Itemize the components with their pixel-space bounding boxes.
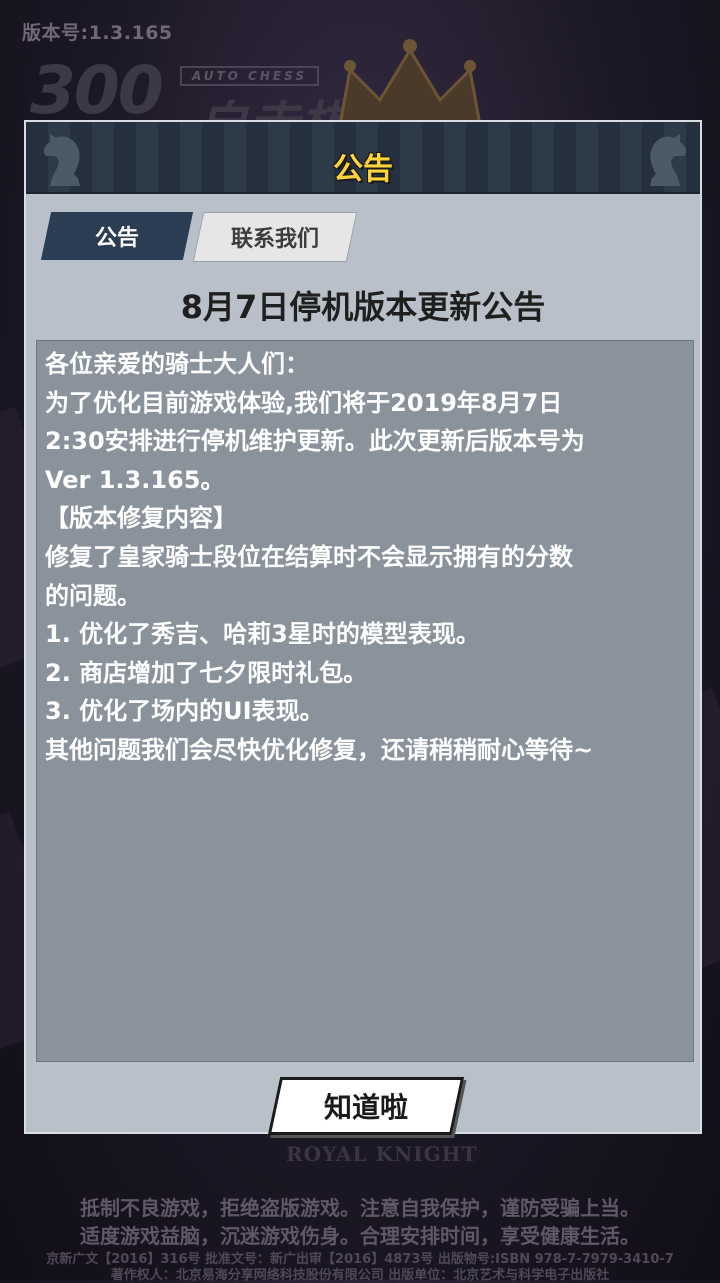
version-label: 版本号:1.3.165 <box>22 22 173 44</box>
notice-line: 其他问题我们会尽快优化修复，还请稍稍耐心等待~ <box>45 735 594 764</box>
dialog-title: 公告 <box>333 152 393 187</box>
notice-line: 为了优化目前游戏体验,我们将于2019年8月7日 <box>45 388 563 417</box>
health-notice-line-2: 适度游戏益脑，沉迷游戏伤身。合理安排时间，享受健康生活。 <box>80 1224 640 1248</box>
notice-line: 【版本修复内容】 <box>45 504 237 533</box>
tab-contact-us-label: 联系我们 <box>230 227 319 252</box>
notice-line: 各位亲爱的骑士大人们： <box>45 350 309 378</box>
tab-announcement[interactable]: 公告 <box>40 212 194 260</box>
notice-line: 3. 优化了场内的UI表现。 <box>45 697 324 726</box>
tab-contact-us[interactable]: 联系我们 <box>192 212 358 262</box>
notice-line: 1. 优化了秀吉、哈莉3星时的模型表现。 <box>45 620 480 649</box>
logo-subtitle: AUTO CHESS <box>180 66 319 86</box>
notice-line: 修复了皇家骑士段位在结算时不会显示拥有的分数 <box>45 542 573 571</box>
notice-body[interactable]: 各位亲爱的骑士大人们： 为了优化目前游戏体验,我们将于2019年8月7日 2:3… <box>36 340 694 1062</box>
tab-announcement-label: 公告 <box>94 226 139 251</box>
confirm-button-label: 知道啦 <box>323 1091 408 1124</box>
notice-title: 8月7日停机版本更新公告 <box>180 288 546 326</box>
notice-line: Ver 1.3.165。 <box>45 465 225 494</box>
health-notice-line-1: 抵制不良游戏，拒绝盗版游戏。注意自我保护，谨防受骗上当。 <box>80 1196 640 1220</box>
background-royal-knight-text: ROYAL KNIGHT <box>286 1142 478 1166</box>
notice-line: 2. 商店增加了七夕限时礼包。 <box>45 658 368 687</box>
notice-line: 2:30安排进行停机维护更新。此次更新后版本号为 <box>45 427 585 456</box>
copyright-info-line: 著作权人：北京易海分享网络科技股份有限公司 出版单位：北京艺术与科学电子出版社 <box>110 1268 610 1283</box>
notice-line: 的问题。 <box>45 581 141 610</box>
confirm-button[interactable]: 知道啦 <box>267 1077 465 1135</box>
logo-number: 300 <box>30 52 164 129</box>
announcement-dialog: 公告 公告 联系我们 8月7日停机版本更新公告 各位亲爱的骑士大人们： 为了优化… <box>24 120 702 1135</box>
